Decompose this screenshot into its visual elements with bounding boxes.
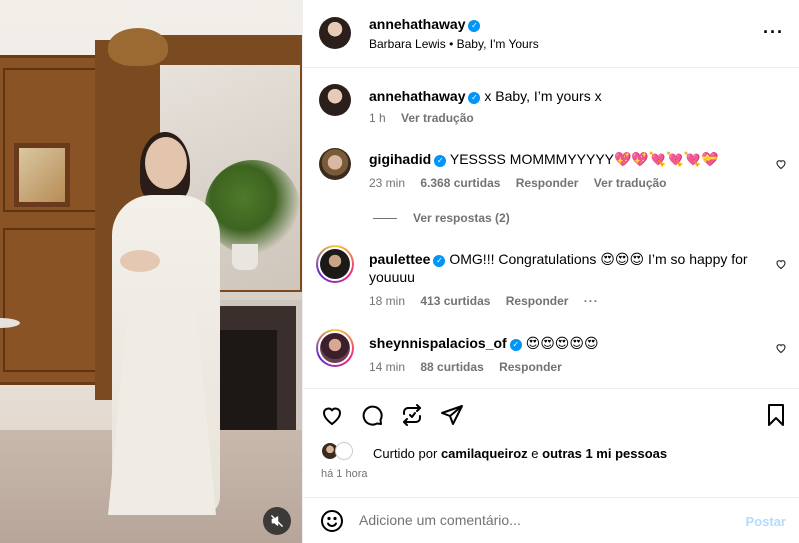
caption-translate-link[interactable]: Ver tradução (401, 111, 474, 125)
comment-reply-button[interactable]: Responder (516, 176, 579, 190)
send-icon[interactable] (440, 403, 464, 427)
comment-more-icon[interactable]: ··· (584, 294, 599, 308)
heart-icon[interactable] (320, 403, 344, 427)
caption-meta: 1 h Ver tradução (369, 111, 486, 125)
liked-by-count[interactable]: outras 1 mi pessoas (542, 446, 667, 461)
audio-separator: • (449, 37, 454, 51)
comment-reply-button[interactable]: Responder (499, 360, 562, 374)
verified-icon: ✓ (468, 20, 481, 32)
liked-by-prefix: Curtido por (373, 446, 438, 461)
verified-icon: ✓ (433, 255, 446, 267)
media-person-head (145, 137, 187, 189)
comment-likes[interactable]: 6.368 curtidas (420, 176, 500, 190)
comment-likes[interactable]: 88 curtidas (420, 360, 483, 374)
comment-time: 14 min (369, 360, 406, 374)
audio-artist[interactable]: Barbara Lewis (369, 37, 446, 51)
emoji-icon[interactable] (320, 509, 344, 533)
caption-avatar[interactable] (319, 84, 351, 116)
comment-avatar-story-ring[interactable] (316, 245, 354, 283)
comment-avatar (320, 333, 350, 363)
audio-line[interactable]: Barbara Lewis • Baby, I'm Yours (369, 37, 539, 51)
comment-avatar-story-ring[interactable] (316, 329, 354, 367)
caption-username[interactable]: annehathaway (369, 88, 465, 104)
comment-username[interactable]: sheynnispalacios_of (369, 335, 507, 351)
post-time[interactable]: há 1 hora (321, 468, 367, 480)
post-header: annehathaway ✓ Barbara Lewis • Baby, I'm … (303, 0, 799, 68)
comment-meta: 14 min 88 curtidas Responder (369, 360, 574, 374)
caption: annehathaway ✓ x Baby, I’m yours x (369, 87, 602, 105)
liked-by-text: Curtido por camilaqueiroz e outras 1 mi … (373, 446, 667, 461)
comment-like-icon[interactable] (775, 342, 787, 354)
author-username[interactable]: annehathaway ✓ (369, 16, 481, 32)
post-media[interactable] (0, 0, 302, 543)
action-bar (303, 388, 799, 433)
media-painting (14, 143, 70, 207)
comment-avatar[interactable] (319, 148, 351, 180)
more-options-icon[interactable]: ··· (763, 22, 784, 43)
comment-meta: 23 min 6.368 curtidas Responder Ver trad… (369, 176, 679, 190)
verified-icon: ✓ (434, 155, 447, 167)
verified-icon: ✓ (509, 339, 522, 351)
view-replies-button[interactable]: Ver respostas (2) (373, 211, 510, 225)
comment-text: 😍😍😍😍😍 (525, 335, 599, 351)
author-avatar[interactable] (319, 17, 351, 49)
comment-input[interactable] (359, 512, 729, 528)
caption-time: 1 h (369, 111, 386, 125)
liked-by-user[interactable]: camilaqueiroz (441, 446, 528, 461)
media-person-belly (120, 250, 160, 272)
bookmark-icon[interactable] (764, 403, 788, 427)
audio-song[interactable]: Baby, I'm Yours (457, 37, 539, 51)
comment-translate-link[interactable]: Ver tradução (594, 176, 667, 190)
comment-text: YESSSS MOMMMYYYYY💖💖💘💘💘💝 (449, 151, 719, 167)
comment-icon[interactable] (360, 403, 384, 427)
comment-username[interactable]: paulettee (369, 251, 430, 267)
post-panel: annehathaway ✓ Barbara Lewis • Baby, I'm … (302, 0, 799, 543)
comment-like-icon[interactable] (775, 258, 787, 270)
repost-icon[interactable] (400, 403, 424, 427)
comment: paulettee ✓ OMG!!! Congratulations 😍😍😍 I’… (369, 250, 749, 286)
mute-icon (271, 515, 283, 527)
comment: gigihadid ✓ YESSSS MOMMMYYYYY💖💖💘💘💘💝 (369, 150, 769, 168)
comment-time: 18 min (369, 294, 406, 308)
comment-reply-button[interactable]: Responder (506, 294, 569, 308)
comment-likes[interactable]: 413 curtidas (420, 294, 490, 308)
media-plant-pot (232, 244, 258, 270)
comment-time: 23 min (369, 176, 406, 190)
comment-like-icon[interactable] (775, 158, 787, 170)
mute-button[interactable] (263, 507, 291, 535)
comment: sheynnispalacios_of ✓ 😍😍😍😍😍 (369, 334, 749, 352)
comment-meta: 18 min 413 curtidas Responder ··· (369, 294, 611, 308)
verified-icon: ✓ (468, 92, 481, 104)
media-ornament (108, 28, 168, 66)
comment-bar: Postar (303, 497, 799, 543)
liked-by-and: e (531, 446, 539, 461)
comment-username[interactable]: gigihadid (369, 151, 431, 167)
media-door (0, 55, 108, 385)
comment-avatar (320, 249, 350, 279)
liker-avatar (335, 442, 353, 460)
post-button[interactable]: Postar (746, 514, 786, 529)
caption-text: x Baby, I’m yours x (484, 88, 602, 104)
